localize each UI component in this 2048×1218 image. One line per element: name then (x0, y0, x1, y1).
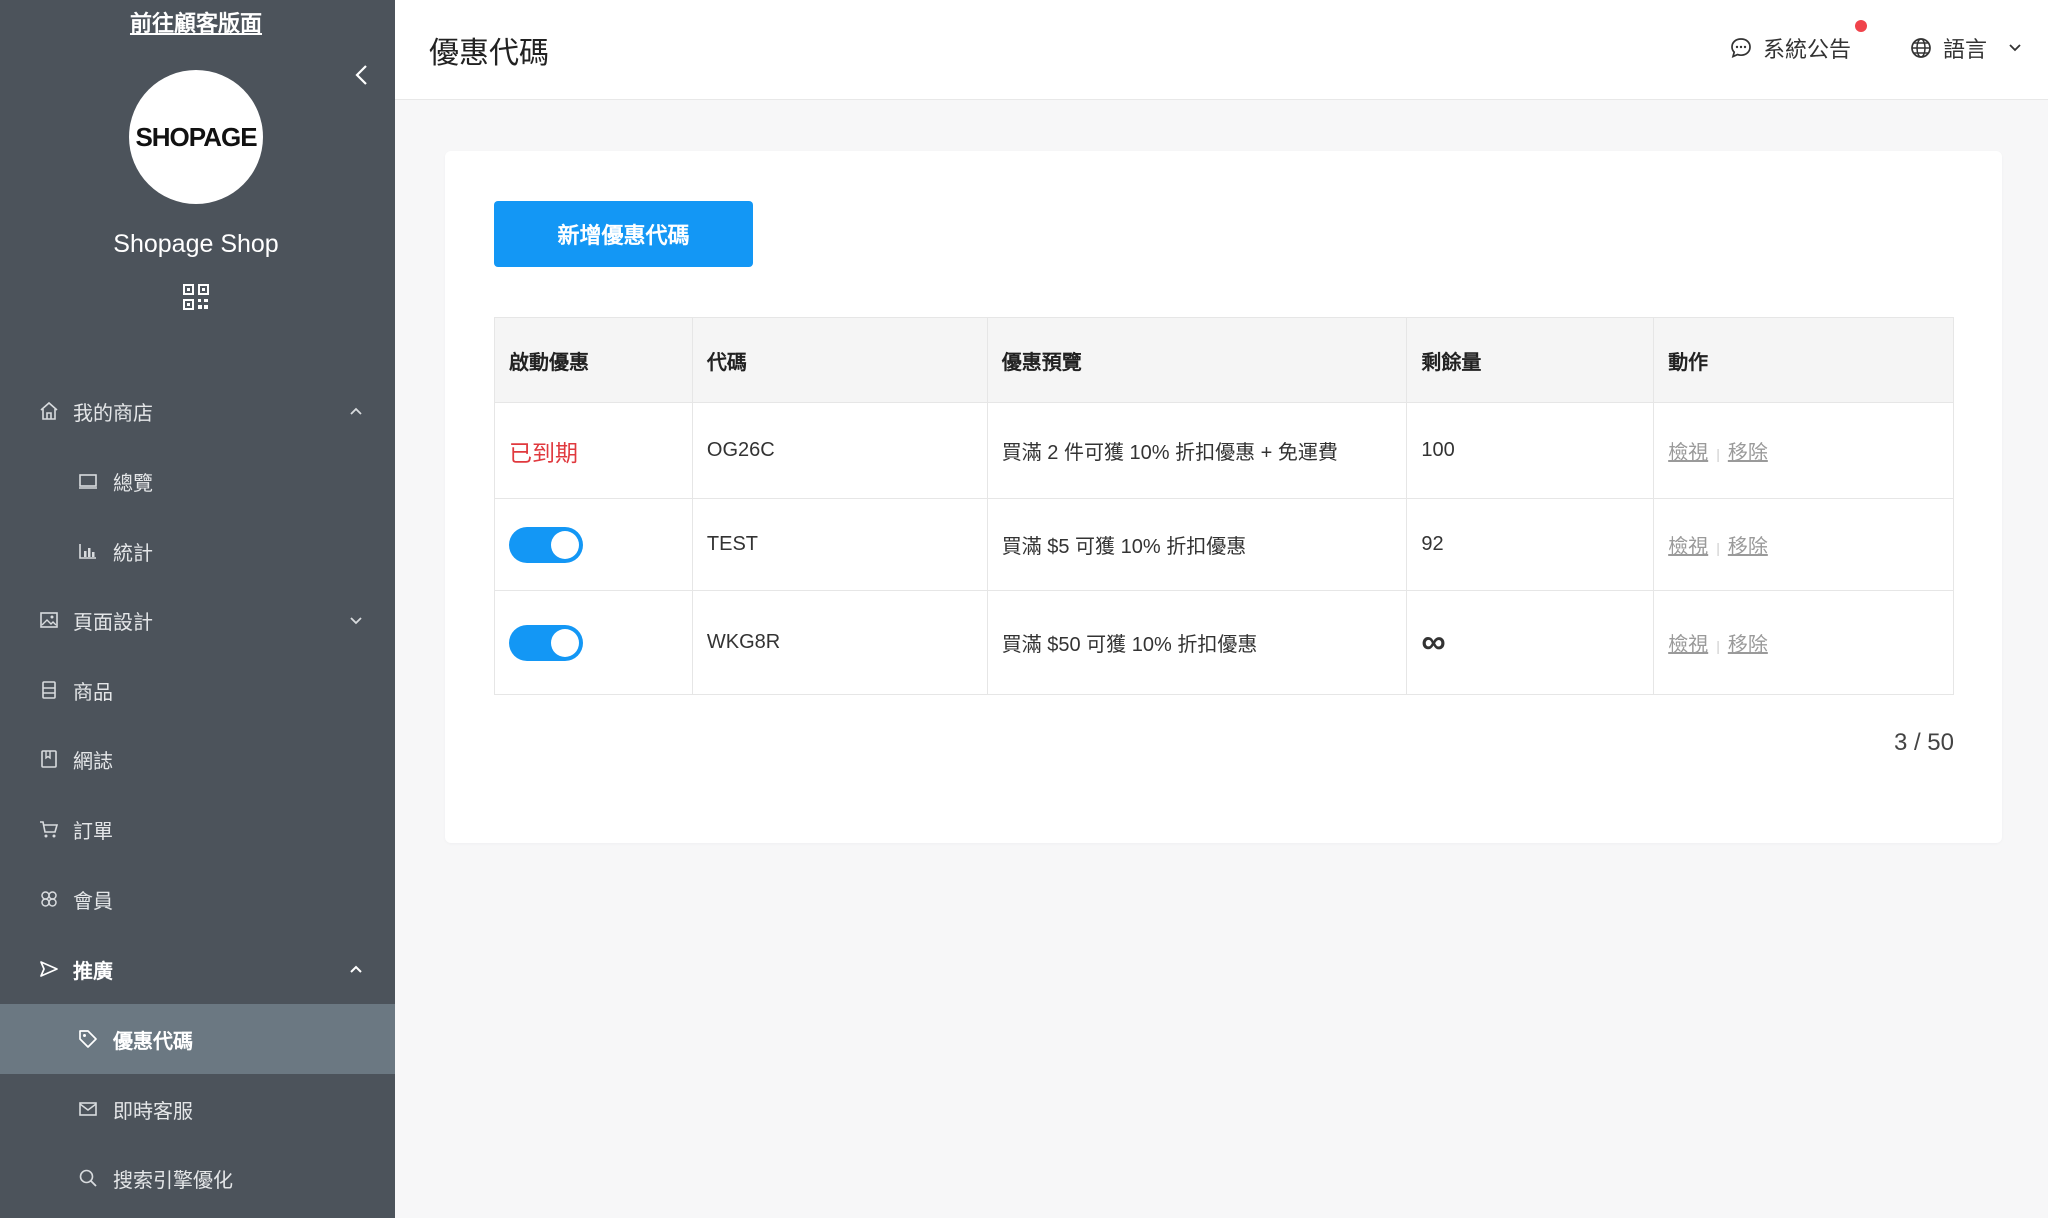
remaining-cell: 92 (1406, 498, 1655, 591)
sidebar-item-live-support[interactable]: 即時客服 (0, 1074, 395, 1144)
sidebar-item-statistics[interactable]: 統計 (0, 516, 395, 586)
chart-icon (79, 544, 96, 559)
monitor-icon (79, 474, 97, 489)
code-cell: WKG8R (692, 590, 988, 695)
toggle-knob (551, 628, 579, 657)
preview-cell: 買滿 2 件可獲 10% 折扣優惠 + 免運費 (987, 402, 1408, 499)
actions-cell: 檢視 | 移除 (1653, 590, 1954, 695)
sidebar-item-products[interactable]: 商品 (0, 655, 395, 725)
discount-codes-card: 新增優惠代碼 啟動優惠 代碼 優惠預覽 剩餘量 動作 已到期 OG26C 買滿 … (445, 151, 2002, 843)
action-separator: | (1716, 638, 1720, 654)
status-cell (494, 498, 693, 591)
status-cell: 已到期 (494, 402, 693, 499)
page-title: 優惠代碼 (429, 37, 549, 70)
column-header-preview: 優惠預覽 (987, 317, 1408, 403)
shop-name: Shopage Shop (113, 230, 279, 258)
sidebar-item-label: 總覽 (113, 472, 153, 495)
chevron-up-icon (350, 407, 362, 415)
sidebar-item-my-store[interactable]: 我的商店 (0, 376, 395, 446)
table-header-row: 啟動優惠 代碼 優惠預覽 剩餘量 動作 (494, 317, 1954, 403)
action-separator: | (1716, 540, 1720, 556)
shop-logo: SHOPAGE (129, 70, 263, 204)
remaining-cell: ∞ (1406, 590, 1655, 695)
sidebar-item-members[interactable]: 會員 (0, 864, 395, 934)
sidebar-item-overview[interactable]: 總覽 (0, 446, 395, 516)
sidebar-item-label: 會員 (73, 890, 113, 913)
sidebar-item-promotion[interactable]: 推廣 (0, 934, 395, 1004)
cart-icon (40, 821, 59, 838)
column-header-remaining: 剩餘量 (1406, 317, 1655, 403)
remaining-cell: 100 (1406, 402, 1655, 499)
sidebar-item-orders[interactable]: 訂單 (0, 794, 395, 864)
product-icon (42, 681, 56, 699)
remove-link[interactable]: 移除 (1728, 536, 1768, 558)
add-discount-code-button[interactable]: 新增優惠代碼 (494, 201, 753, 267)
home-icon (40, 401, 58, 420)
system-notice-button[interactable]: 系統公告 (1729, 32, 1851, 64)
sidebar-item-page-design[interactable]: 頁面設計 (0, 585, 395, 655)
tag-icon (79, 1030, 97, 1048)
table-row: WKG8R 買滿 $50 可獲 10% 折扣優惠 ∞ 檢視 | 移除 (494, 590, 1954, 695)
remove-link[interactable]: 移除 (1728, 634, 1768, 656)
status-cell (494, 590, 693, 695)
sidebar: 前往顧客版面 SHOPAGE Shopage Shop 我的商店 總覽 統計 頁… (0, 0, 395, 1218)
chevron-up-icon (350, 965, 362, 973)
actions-cell: 檢視 | 移除 (1653, 402, 1954, 499)
language-selector[interactable]: 語言 (1909, 32, 2023, 64)
search-icon (79, 1169, 97, 1187)
language-label: 語言 (1943, 37, 1988, 62)
view-link[interactable]: 檢視 (1668, 536, 1708, 558)
column-header-actions: 動作 (1653, 317, 1954, 403)
enable-toggle[interactable] (509, 526, 583, 563)
globe-icon (1911, 38, 1931, 58)
sidebar-item-seo[interactable]: 搜索引擎優化 (0, 1143, 395, 1213)
image-icon (40, 612, 58, 628)
visit-storefront-link[interactable]: 前往顧客版面 (0, 6, 392, 38)
discount-codes-table: 啟動優惠 代碼 優惠預覽 剩餘量 動作 已到期 OG26C 買滿 2 件可獲 1… (494, 317, 1954, 695)
sidebar-item-discount-codes[interactable]: 優惠代碼 (0, 1004, 395, 1074)
sidebar-item-label: 商品 (73, 681, 113, 704)
qr-code-icon[interactable] (182, 283, 210, 311)
action-separator: | (1716, 446, 1720, 462)
collapse-sidebar-icon[interactable] (350, 60, 374, 90)
view-link[interactable]: 檢視 (1668, 442, 1708, 464)
notification-dot (1855, 20, 1867, 32)
actions-cell: 檢視 | 移除 (1653, 498, 1954, 591)
chevron-down-icon (350, 617, 362, 625)
sidebar-item-label: 搜索引擎優化 (113, 1169, 233, 1192)
toggle-knob (551, 530, 579, 559)
sidebar-item-label: 頁面設計 (73, 611, 153, 634)
book-icon (41, 750, 57, 768)
column-header-code: 代碼 (692, 317, 988, 403)
expired-status: 已到期 (509, 439, 578, 466)
top-header: 優惠代碼 系統公告 語言 (395, 0, 2048, 100)
sidebar-item-blog[interactable]: 網誌 (0, 724, 395, 794)
sidebar-item-label: 我的商店 (73, 402, 153, 425)
pagination-count: 3 / 50 (1893, 729, 1954, 756)
sidebar-item-label: 推廣 (73, 960, 113, 983)
table-row: 已到期 OG26C 買滿 2 件可獲 10% 折扣優惠 + 免運費 100 檢視… (494, 402, 1954, 499)
preview-cell: 買滿 $5 可獲 10% 折扣優惠 (987, 498, 1408, 591)
promotion-icon (40, 961, 58, 977)
logo-text: SHOPAGE (135, 121, 257, 152)
view-link[interactable]: 檢視 (1668, 634, 1708, 656)
sidebar-item-label: 優惠代碼 (113, 1030, 193, 1053)
mail-icon (79, 1102, 97, 1116)
remove-link[interactable]: 移除 (1728, 442, 1768, 464)
sidebar-item-label: 即時客服 (113, 1100, 193, 1123)
sidebar-item-label: 訂單 (73, 820, 113, 843)
code-cell: TEST (692, 498, 988, 591)
column-header-active: 啟動優惠 (494, 317, 693, 403)
chevron-down-icon (2009, 44, 2021, 52)
preview-cell: 買滿 $50 可獲 10% 折扣優惠 (987, 590, 1408, 695)
system-notice-label: 系統公告 (1763, 37, 1852, 62)
sidebar-item-label: 統計 (113, 542, 153, 565)
sidebar-item-label: 網誌 (73, 750, 113, 773)
infinity-value: ∞ (1421, 623, 1446, 661)
members-icon (41, 891, 57, 907)
chat-bubble-icon (1731, 38, 1751, 58)
table-row: TEST 買滿 $5 可獲 10% 折扣優惠 92 檢視 | 移除 (494, 498, 1954, 591)
enable-toggle[interactable] (509, 624, 583, 661)
code-cell: OG26C (692, 402, 988, 499)
